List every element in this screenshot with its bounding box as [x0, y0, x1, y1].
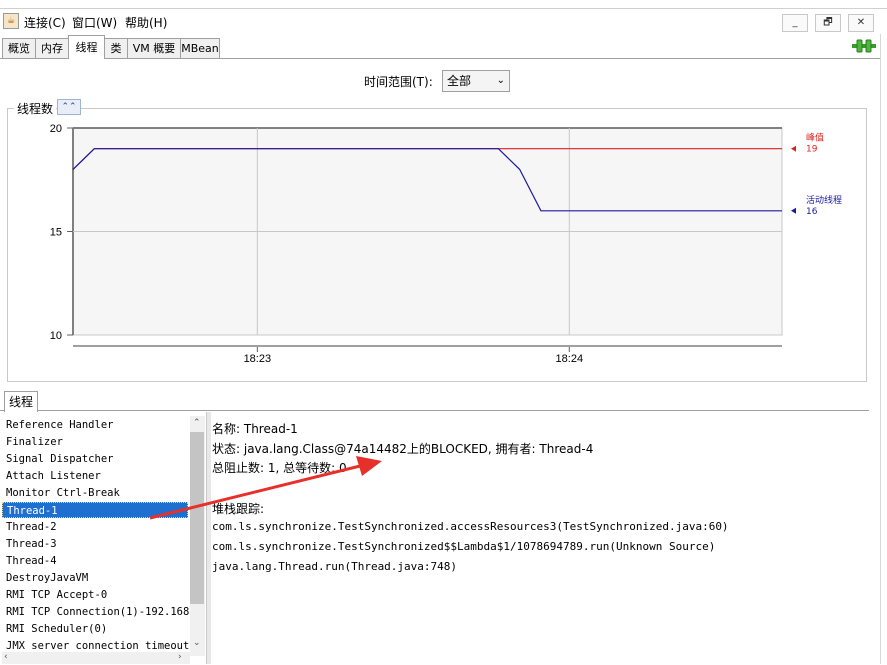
stack-frame: com.ls.synchronize.TestSynchronized$$Lam…	[212, 540, 716, 553]
legend-value: 16	[806, 207, 818, 217]
thread-details: 名称: Thread-1 状态: java.lang.Class@74a1448…	[212, 416, 880, 656]
scroll-down-icon[interactable]: ⌄	[193, 638, 201, 648]
scroll-up-icon[interactable]: ⌃	[193, 418, 201, 428]
legend-marker	[791, 145, 796, 152]
split-pane-divider[interactable]	[206, 412, 211, 664]
thread-list-item[interactable]: Monitor Ctrl-Break	[2, 485, 190, 501]
thread-list-item[interactable]: Signal Dispatcher	[2, 451, 190, 467]
x-tick-label: 18:24	[556, 353, 584, 365]
thread-name: 名称: Thread-1	[212, 422, 298, 436]
horizontal-scrollbar[interactable]: ‹ ›	[2, 652, 190, 664]
y-tick-label: 10	[50, 330, 62, 342]
thread-list-item[interactable]: DestroyJavaVM	[2, 570, 190, 586]
thread-list-item[interactable]: Thread-3	[2, 536, 190, 552]
scrollbar-thumb[interactable]	[190, 432, 204, 604]
thread-count-chart: 10 15 20 18:23 18:24 峰值19 活动线程16	[50, 123, 842, 365]
y-tick-label: 15	[50, 227, 62, 239]
legend-name: 峰值	[806, 132, 824, 144]
x-tick-label: 18:23	[244, 353, 272, 365]
thread-list-item[interactable]: Reference Handler	[2, 417, 190, 433]
thread-list-item[interactable]: RMI TCP Connection(1)-192.168.2	[2, 604, 190, 620]
thread-list-item[interactable]: Thread-2	[2, 519, 190, 535]
thread-list-item[interactable]: Thread-1	[2, 502, 188, 518]
thread-state: 状态: java.lang.Class@74a14482上的BLOCKED, 拥…	[212, 442, 594, 456]
legend-marker	[791, 207, 796, 214]
scroll-right-icon[interactable]: ›	[178, 652, 182, 662]
thread-list-item[interactable]: Thread-4	[2, 553, 190, 569]
thread-list-item[interactable]: Attach Listener	[2, 468, 190, 484]
thread-counts: 总阻止数: 1, 总等待数: 0	[212, 461, 347, 475]
y-tick-label: 20	[50, 123, 62, 135]
stack-frame: com.ls.synchronize.TestSynchronized.acce…	[212, 520, 729, 533]
threads-tab[interactable]: 线程	[4, 391, 38, 412]
scroll-left-icon[interactable]: ‹	[4, 652, 8, 662]
stack-trace-label: 堆栈跟踪:	[212, 502, 265, 516]
stack-frame: java.lang.Thread.run(Thread.java:748)	[212, 560, 458, 573]
thread-list[interactable]: Reference Handler Finalizer Signal Dispatc…	[2, 416, 190, 656]
thread-list-item[interactable]: RMI Scheduler(0)	[2, 621, 190, 637]
legend-value: 19	[806, 145, 818, 155]
thread-list-item[interactable]: Finalizer	[2, 434, 190, 450]
legend-name: 活动线程	[806, 194, 842, 206]
thread-list-item[interactable]: RMI TCP Accept-0	[2, 587, 190, 603]
